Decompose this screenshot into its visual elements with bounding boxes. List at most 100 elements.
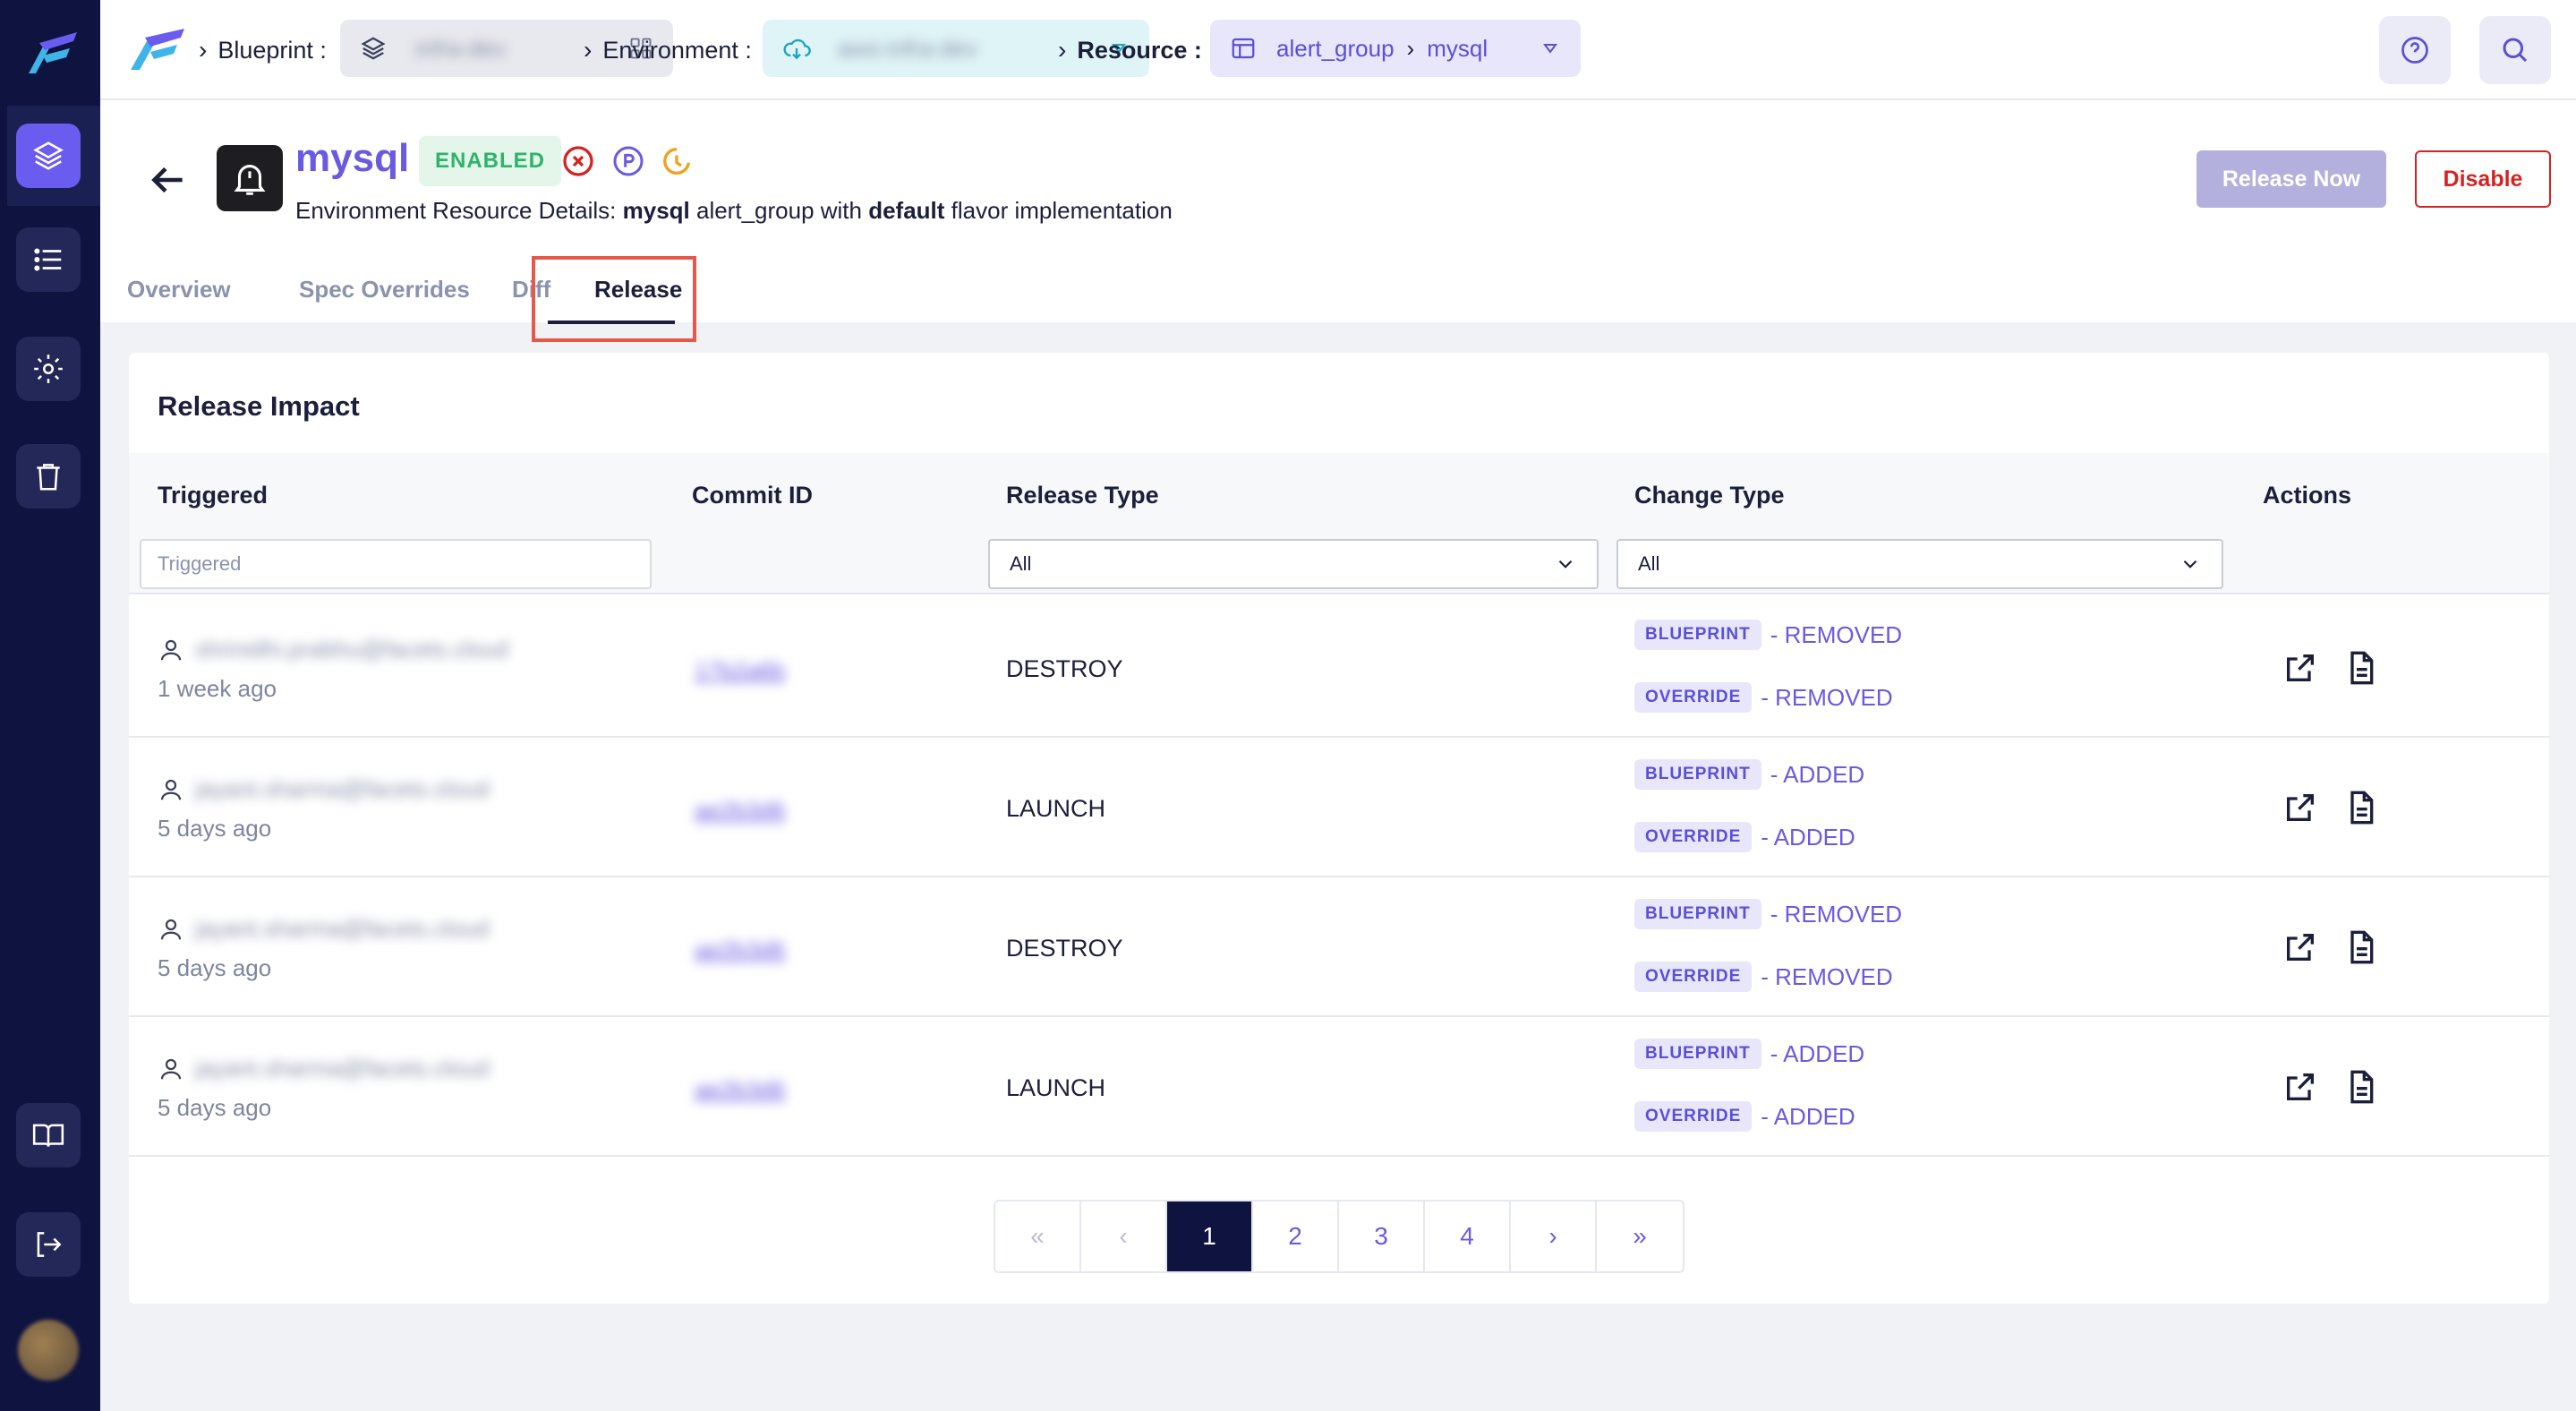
p-badge-icon[interactable] <box>610 143 646 179</box>
page-next-button[interactable]: › <box>1511 1201 1597 1271</box>
user-email: jayant.sharma@facets.cloud <box>195 915 490 942</box>
environment-value: aws-infra-dev <box>838 34 978 62</box>
page-button-2[interactable]: 2 <box>1253 1201 1339 1271</box>
schedule-icon[interactable] <box>659 143 695 179</box>
help-button[interactable] <box>2379 16 2451 84</box>
change-type-select-value: All <box>1638 552 1660 575</box>
highlight-annotation <box>532 256 696 342</box>
breadcrumb-resource: › Resource : <box>1058 0 1202 100</box>
facets-logo-icon[interactable] <box>127 29 186 72</box>
avatar[interactable] <box>18 1320 79 1381</box>
trigger-user: jayant.sharma@facets.cloud <box>158 915 489 943</box>
page-button-3[interactable]: 3 <box>1339 1201 1425 1271</box>
change-text: - REMOVED <box>1770 900 1903 928</box>
resource-name: mysql <box>1427 34 1488 62</box>
environment-label: Environment : <box>602 36 752 64</box>
change-type-select[interactable]: All <box>1616 539 2223 589</box>
table-row: jayant.sharma@facets.cloud 5 days ago ae… <box>129 1017 2549 1157</box>
sidebar-item-docs[interactable] <box>16 1103 81 1167</box>
resource-title: mysql <box>295 136 410 180</box>
trigger-user: shrinidhi.prabhu@facets.cloud <box>158 636 508 663</box>
external-link-icon[interactable] <box>2282 929 2318 965</box>
change-text: - REMOVED <box>1761 962 1893 990</box>
triggered-filter-input[interactable] <box>140 539 652 589</box>
page-button-1[interactable]: 1 <box>1167 1201 1253 1271</box>
help-icon <box>2401 37 2428 64</box>
change-chip: BLUEPRINT <box>1634 899 1761 929</box>
table-row: shrinidhi.prabhu@facets.cloud 1 week ago… <box>129 598 2549 738</box>
document-icon[interactable] <box>2343 1069 2379 1105</box>
page-last-button[interactable]: » <box>1597 1201 1683 1271</box>
bell-alert-icon <box>234 165 266 195</box>
release-type-select[interactable]: All <box>988 539 1599 589</box>
table-header: Triggered Commit ID Release Type Change … <box>129 453 2549 594</box>
book-icon <box>32 1124 64 1147</box>
resource-subtitle: Environment Resource Details: mysql aler… <box>295 197 1173 225</box>
release-impact-card: Release Impact Triggered Commit ID Relea… <box>129 353 2549 1304</box>
layers-icon <box>33 141 64 170</box>
change-blueprint: BLUEPRINT - ADDED <box>1634 759 1864 790</box>
page-button-4[interactable]: 4 <box>1425 1201 1511 1271</box>
trigger-time: 1 week ago <box>158 675 277 702</box>
breadcrumb-environment: › Environment : <box>584 0 752 100</box>
column-header-commit-id: Commit ID <box>692 482 813 509</box>
change-text: - REMOVED <box>1761 683 1893 711</box>
commit-link[interactable]: ae2b3d6 <box>695 1076 785 1104</box>
sidebar-item-settings[interactable] <box>16 337 81 401</box>
resource-label: Resource : <box>1077 36 1202 64</box>
page-prev-button[interactable]: ‹ <box>1081 1201 1167 1271</box>
search-icon <box>2503 38 2528 63</box>
change-text: - ADDED <box>1761 823 1855 851</box>
change-chip: OVERRIDE <box>1634 1101 1753 1132</box>
sidebar-item-blueprints[interactable] <box>16 124 81 188</box>
external-link-icon[interactable] <box>2282 1069 2318 1105</box>
change-chip: OVERRIDE <box>1634 962 1753 992</box>
change-override: OVERRIDE - REMOVED <box>1634 682 1893 713</box>
change-text: - REMOVED <box>1770 620 1903 648</box>
external-link-icon[interactable] <box>2282 650 2318 686</box>
pagination: « ‹ 1 2 3 4 › » <box>994 1200 1685 1273</box>
trash-icon <box>37 464 60 491</box>
change-chip: BLUEPRINT <box>1634 620 1761 650</box>
facets-logo-icon[interactable] <box>23 30 79 75</box>
trigger-time: 5 days ago <box>158 815 272 842</box>
user-icon <box>160 1058 182 1079</box>
release-now-button[interactable]: Release Now <box>2196 150 2386 208</box>
resource-header: mysql ENABLED Environment Resource Detai… <box>100 100 2576 324</box>
resource-selector[interactable]: alert_group › mysql <box>1210 20 1581 77</box>
commit-link[interactable]: 17b2a6b <box>695 657 785 685</box>
subtitle-mid: alert_group with <box>689 197 869 224</box>
user-email: shrinidhi.prabhu@facets.cloud <box>195 636 509 663</box>
disable-button[interactable]: Disable <box>2415 150 2551 208</box>
logout-icon <box>37 1232 62 1257</box>
commit-link[interactable]: ae2b3d6 <box>695 797 785 825</box>
sidebar-item-list[interactable] <box>16 227 81 292</box>
gear-icon <box>34 355 63 383</box>
external-link-icon[interactable] <box>2282 790 2318 825</box>
document-icon[interactable] <box>2343 790 2379 825</box>
document-icon[interactable] <box>2343 929 2379 965</box>
change-chip: BLUEPRINT <box>1634 759 1761 790</box>
trigger-time: 5 days ago <box>158 954 272 981</box>
document-icon[interactable] <box>2343 650 2379 686</box>
column-header-triggered: Triggered <box>158 482 269 509</box>
change-override: OVERRIDE - REMOVED <box>1634 962 1893 992</box>
column-header-release-type: Release Type <box>1006 482 1159 509</box>
tab-spec-overrides[interactable]: Spec Overrides <box>299 276 470 304</box>
page-first-button[interactable]: « <box>995 1201 1081 1271</box>
layers-icon <box>361 37 386 60</box>
change-blueprint: BLUEPRINT - ADDED <box>1634 1039 1864 1069</box>
search-button[interactable] <box>2479 16 2551 84</box>
user-icon <box>160 639 182 660</box>
resource-type: alert_group <box>1276 34 1395 62</box>
sidebar-item-trash[interactable] <box>16 444 81 509</box>
sidebar-item-logout[interactable] <box>16 1212 81 1277</box>
top-bar: › Blueprint : infra-dev › Environment : … <box>100 0 2576 100</box>
change-chip: OVERRIDE <box>1634 822 1753 852</box>
resource-type-icon <box>217 145 283 211</box>
error-circle-icon[interactable] <box>560 143 596 179</box>
commit-link[interactable]: ae2b3d6 <box>695 936 785 964</box>
tab-overview[interactable]: Overview <box>127 276 231 304</box>
user-email: jayant.sharma@facets.cloud <box>195 775 490 802</box>
back-arrow-icon[interactable] <box>145 158 190 202</box>
